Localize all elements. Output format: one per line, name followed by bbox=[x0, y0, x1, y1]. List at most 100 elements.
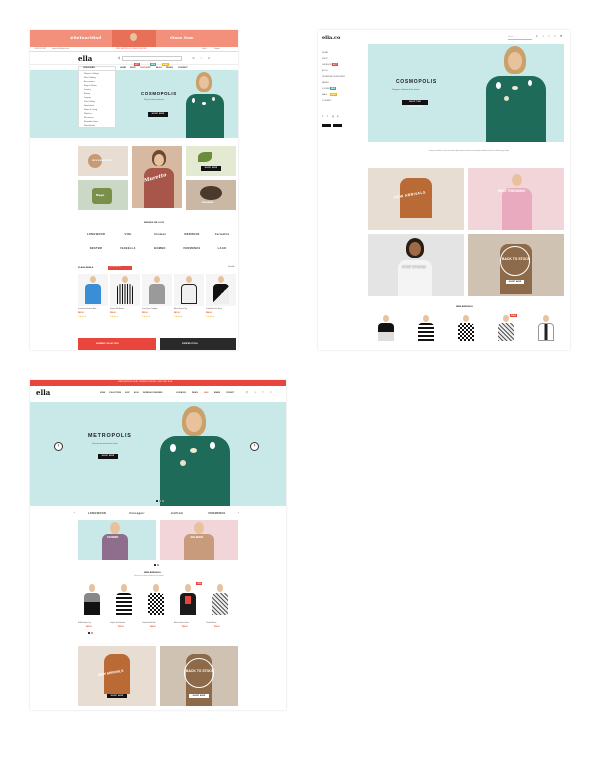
nav-item[interactable]: WOMEN ACCESSORIES bbox=[143, 392, 162, 394]
search-icon[interactable]: ⚲ bbox=[536, 35, 538, 39]
site-logo[interactable]: ella bbox=[78, 55, 92, 62]
tile-shop-button[interactable]: SHOP NOW bbox=[107, 694, 127, 698]
bottom-banner-summer[interactable]: SUMMER COLLECTION bbox=[78, 338, 156, 350]
product-card[interactable] bbox=[454, 314, 478, 344]
nav-item[interactable]: LOOKBOOK bbox=[176, 392, 186, 394]
nav-item[interactable]: COLLECTIONS bbox=[109, 392, 121, 394]
product-card[interactable]: SALE bbox=[494, 314, 518, 344]
brand-logo[interactable]: MERIDIAN bbox=[178, 233, 206, 236]
product-card[interactable]: Mesh Sleeve Top $41.00 ★★★★★ bbox=[174, 274, 204, 322]
sidebar-item[interactable]: WOMEN ACCESSORIES bbox=[322, 76, 345, 78]
wishlist-icon[interactable]: ♡ bbox=[262, 391, 264, 395]
hero-banner[interactable]: COSMOPOLIS Shop the latest collection SH… bbox=[30, 70, 238, 138]
sidebar-item[interactable]: PAGES bbox=[322, 82, 329, 84]
twitter-icon[interactable]: t bbox=[327, 115, 328, 118]
brand-logo[interactable]: BOMBO bbox=[146, 247, 174, 250]
category-menu-item[interactable]: Bags & Shoes bbox=[84, 85, 97, 87]
category-tile-muretto[interactable]: Muretto bbox=[132, 146, 182, 208]
category-menu-item[interactable]: Beauty bbox=[84, 93, 90, 95]
category-menu-item[interactable]: Lingerie bbox=[84, 97, 91, 99]
category-menu-item[interactable]: Electronics bbox=[84, 117, 94, 119]
wishlist-icon[interactable]: ♡ bbox=[548, 35, 550, 39]
tile-back-to-stock[interactable]: BACK TO STOCK SHOP NOW bbox=[468, 234, 564, 296]
nav-item[interactable]: BLOG bbox=[134, 392, 139, 394]
category-menu-item[interactable]: Jewelry bbox=[84, 89, 91, 91]
category-menu-item[interactable]: Watches bbox=[84, 113, 92, 115]
nav-shop[interactable]: SHOP bbox=[130, 67, 136, 69]
flash-deals-view-all[interactable]: View All bbox=[228, 266, 234, 269]
pinterest-icon[interactable]: p bbox=[337, 115, 338, 118]
product-card[interactable] bbox=[374, 314, 398, 344]
hero-shop-button[interactable]: SHOP THE COLLECTION bbox=[402, 100, 428, 108]
brand-logo[interactable]: ISABELLA bbox=[114, 247, 142, 250]
appstore-badge[interactable] bbox=[322, 124, 331, 127]
nav-pages[interactable]: PAGES bbox=[166, 67, 173, 69]
wishlist-icon[interactable]: ♡ bbox=[200, 56, 203, 60]
tile-new-arrivals[interactable]: NEW ARRIVALS SHOP NOW bbox=[78, 646, 156, 706]
nav-item[interactable]: CONTACT bbox=[226, 392, 234, 394]
brand-logo[interactable]: FERMENCE bbox=[202, 512, 232, 515]
sidebar-item[interactable]: SHOP bbox=[322, 58, 328, 60]
site-logo[interactable]: ella.co bbox=[322, 36, 340, 41]
sidebar-item[interactable]: HOME bbox=[322, 52, 328, 54]
nav-home[interactable]: HOME bbox=[120, 67, 126, 69]
category-tile-bags[interactable]: Bags bbox=[78, 180, 128, 210]
brand-logo[interactable]: Conseguir bbox=[122, 512, 152, 515]
brand-logo[interactable]: VOG bbox=[114, 233, 142, 236]
nav-item[interactable]: HOME bbox=[100, 392, 105, 394]
tile-ring-trending[interactable]: RING TRENDING bbox=[468, 168, 564, 230]
menu-icon[interactable]: ☰ bbox=[560, 35, 562, 39]
brand-logo[interactable]: Ironman bbox=[146, 233, 174, 236]
product-card[interactable]: Printed Blouse $39.00 bbox=[206, 582, 234, 638]
sidebar-item[interactable]: BLOG bbox=[322, 70, 328, 72]
product-card[interactable]: Striped Silk Blouse $38.00 ★★★★★ bbox=[110, 274, 140, 322]
nav-item[interactable]: PAGES bbox=[192, 392, 198, 394]
category-menu-item[interactable]: Bestseller Items bbox=[84, 121, 98, 123]
product-card[interactable]: Colorblock Knit Dress $64.00 ★★★★★ bbox=[206, 274, 236, 322]
nav-item[interactable]: BRAND bbox=[214, 392, 220, 394]
cart-icon[interactable]: □ bbox=[270, 391, 272, 395]
brand-next-arrow[interactable]: › bbox=[238, 511, 239, 514]
hero-prev-arrow[interactable]: ‹ bbox=[54, 442, 63, 451]
brand-logo[interactable]: LAGO bbox=[208, 247, 236, 250]
category-tile-button[interactable]: SHOP NOW bbox=[201, 166, 221, 171]
account-icon[interactable]: ☺ bbox=[254, 391, 257, 395]
brand-logo[interactable]: Jieffrom bbox=[162, 512, 192, 515]
search-input[interactable] bbox=[122, 56, 182, 61]
category-menu-item[interactable]: Accessories bbox=[84, 81, 95, 83]
nav-item[interactable]: SHOP bbox=[125, 392, 130, 394]
search-input[interactable]: Search bbox=[508, 36, 532, 40]
nav-contact[interactable]: CONTACT bbox=[178, 67, 188, 69]
brand-logo[interactable]: LONGWOOD bbox=[82, 512, 112, 515]
nav-featured[interactable]: FEATURED bbox=[140, 67, 151, 69]
product-card[interactable]: Cashmere Sweater Blue $45.00 ★★★★★ bbox=[78, 274, 108, 322]
category-tile-hats[interactable]: Sweater bbox=[186, 180, 236, 210]
promo-slider-dots[interactable] bbox=[154, 564, 162, 566]
cart-icon[interactable]: □ bbox=[208, 56, 210, 60]
category-menu-item[interactable]: New Arrivals bbox=[84, 125, 95, 127]
hero-slider-dots[interactable] bbox=[156, 500, 164, 502]
hero-next-arrow[interactable]: › bbox=[250, 442, 259, 451]
product-card[interactable]: -20% Black Leather Jacket $89.00 bbox=[174, 582, 203, 638]
category-menu-item[interactable]: Women Clothing bbox=[84, 73, 99, 75]
promo-tile-cosmo[interactable]: COSMO bbox=[78, 520, 156, 560]
account-icon[interactable]: ☺ bbox=[192, 56, 195, 60]
brand-logo[interactable]: Carmelita bbox=[208, 233, 236, 236]
topbar-register-link[interactable]: Register bbox=[214, 49, 220, 51]
category-menu-item[interactable]: Men Clothing bbox=[84, 77, 96, 79]
facebook-icon[interactable]: f bbox=[322, 115, 323, 118]
app-store-badges[interactable] bbox=[322, 124, 342, 127]
tile-shop-button[interactable]: SHOP NOW bbox=[506, 280, 524, 284]
hero-shop-button[interactable]: SHOP NOW bbox=[148, 112, 168, 117]
googleplay-badge[interactable] bbox=[333, 124, 342, 127]
promo-bar[interactable]: FREE SHIPPING ON ALL ORDERS OVER $99 - U… bbox=[30, 380, 286, 386]
account-icon[interactable]: ☺ bbox=[542, 35, 545, 39]
hero-banner[interactable]: ‹ › METROPOLIS Discover the new season t… bbox=[30, 402, 286, 506]
nav-blog[interactable]: BLOG bbox=[156, 67, 162, 69]
category-menu-item[interactable]: Home & Living bbox=[84, 109, 97, 111]
tile-back-to-stock[interactable]: BACK TO STOCK SHOP NOW bbox=[160, 646, 238, 706]
site-logo[interactable]: ella bbox=[36, 389, 50, 396]
product-card[interactable]: Patterned Silk Shirt $48.00 bbox=[142, 582, 170, 638]
hero-shop-button[interactable]: SHOP NOW bbox=[98, 454, 118, 459]
tile-new-arrivals[interactable]: NEW ARRIVALS bbox=[368, 168, 464, 230]
